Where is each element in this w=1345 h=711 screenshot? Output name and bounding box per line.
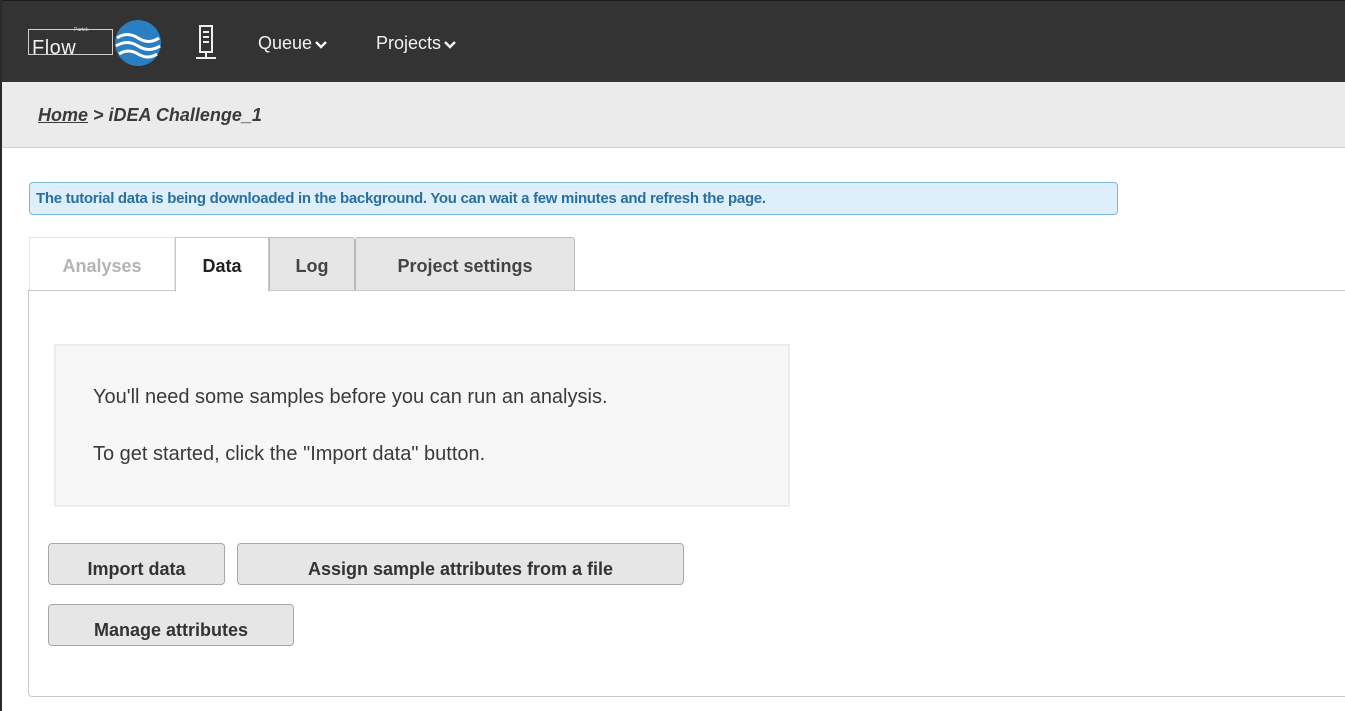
- tab-analyses[interactable]: Analyses: [29, 237, 175, 292]
- breadcrumb-home-link[interactable]: Home: [38, 105, 88, 125]
- manage-attributes-button[interactable]: Manage attributes: [48, 604, 294, 646]
- server-icon[interactable]: [195, 25, 217, 66]
- empty-state-message: You'll need some samples before you can …: [93, 386, 608, 408]
- tab-project-settings[interactable]: Project settings: [355, 237, 575, 292]
- top-navbar: Partek Flow Queue Projects: [2, 0, 1345, 82]
- nav-projects-menu[interactable]: Projects: [376, 33, 456, 55]
- breadcrumb-current: iDEA Challenge_1: [108, 105, 262, 125]
- breadcrumb-bar: Home > iDEA Challenge_1: [2, 82, 1345, 148]
- app-logo[interactable]: Partek Flow: [28, 17, 178, 67]
- globe-wave-icon: [115, 20, 161, 66]
- empty-state-hint: To get started, click the "Import data" …: [93, 443, 486, 465]
- breadcrumb: Home > iDEA Challenge_1: [38, 105, 262, 126]
- chevron-down-icon: [444, 34, 456, 55]
- nav-projects-label: Projects: [376, 33, 442, 53]
- assign-attributes-button[interactable]: Assign sample attributes from a file: [237, 543, 684, 585]
- nav-queue-label: Queue: [258, 33, 313, 53]
- empty-state-box: [54, 344, 790, 507]
- import-data-button[interactable]: Import data: [48, 543, 225, 585]
- nav-queue-menu[interactable]: Queue: [258, 33, 327, 55]
- tab-data[interactable]: Data: [175, 237, 269, 292]
- tab-log[interactable]: Log: [269, 237, 355, 292]
- chevron-down-icon: [315, 34, 327, 55]
- breadcrumb-separator: >: [88, 105, 109, 125]
- logo-text: Flow: [32, 37, 77, 59]
- logo-subtext: Partek: [74, 27, 89, 33]
- info-alert: The tutorial data is being downloaded in…: [29, 182, 1118, 215]
